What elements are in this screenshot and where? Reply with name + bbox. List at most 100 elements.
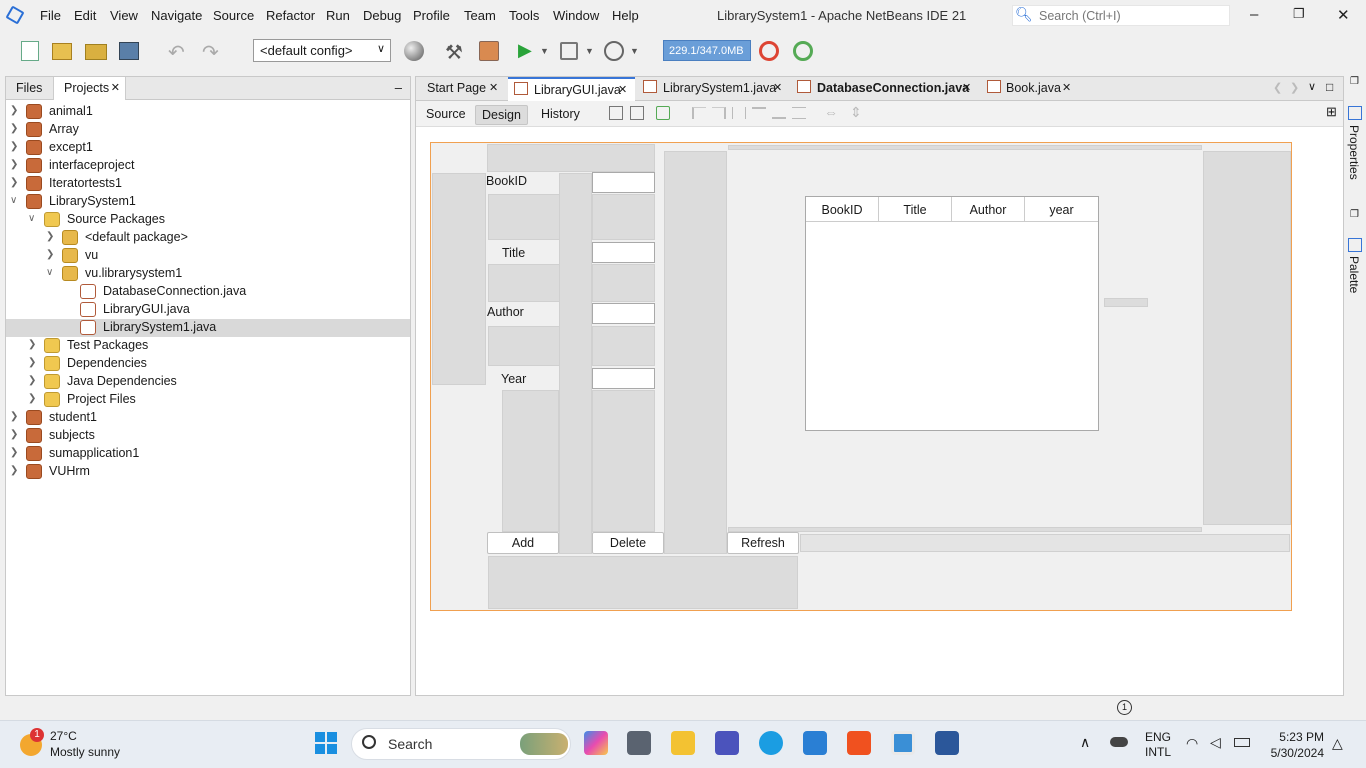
restore-icon[interactable]: ❐ — [1350, 76, 1359, 87]
menu-view[interactable]: View — [110, 8, 138, 23]
run-icon[interactable]: ▶ — [518, 40, 542, 62]
close-tab-icon[interactable]: ✕ — [1062, 81, 1071, 94]
restore-icon[interactable]: ❐ — [1350, 209, 1359, 220]
profile-dropdown-icon[interactable]: ▼ — [630, 46, 654, 68]
teams-icon[interactable] — [715, 731, 739, 755]
tab-projects[interactable]: Projects ✕ — [54, 77, 126, 100]
chevron-right-icon[interactable]: ❯ — [28, 339, 38, 350]
chevron-down-icon[interactable]: ∨ — [46, 267, 56, 278]
chevron-right-icon[interactable]: ❯ — [10, 411, 20, 422]
config-select[interactable]: <default config> ∨ — [253, 39, 391, 62]
brave-icon[interactable] — [847, 731, 871, 755]
weather-widget[interactable]: 1 27°C Mostly sunny — [18, 728, 148, 762]
resize-horizontal-icon[interactable]: ⇔ — [824, 104, 838, 120]
selection-mode-icon[interactable] — [609, 106, 623, 120]
tab-start-page[interactable]: Start Page ✕ — [416, 77, 508, 101]
tab-databaseconnection[interactable]: DatabaseConnection.java ✕ — [789, 77, 979, 101]
bookid-field[interactable] — [592, 172, 655, 193]
notification-bell-icon[interactable]: △ — [1332, 735, 1343, 752]
menu-edit[interactable]: Edit — [74, 8, 96, 23]
chevron-right-icon[interactable]: ❯ — [28, 375, 38, 386]
tree-item[interactable]: ❯ Project Files — [6, 391, 410, 409]
palette-tab[interactable]: Palette — [1347, 256, 1361, 293]
search-input[interactable]: 🔍︎ Search (Ctrl+I) — [1012, 5, 1230, 26]
menu-run[interactable]: Run — [326, 8, 350, 23]
chevron-down-icon[interactable]: ∨ — [10, 195, 20, 206]
chevron-right-icon[interactable]: ❯ — [10, 177, 20, 188]
taskbar-search[interactable]: Search — [351, 728, 571, 760]
tree-item[interactable]: ❯ VUHrm — [6, 463, 410, 481]
tree-item[interactable]: ❯ sumapplication1 — [6, 445, 410, 463]
tree-item[interactable]: ❯ animal1 — [6, 103, 410, 121]
align-top-icon[interactable] — [752, 107, 766, 119]
chevron-right-icon[interactable]: ❯ — [10, 105, 20, 116]
author-field[interactable] — [592, 303, 655, 324]
windows-start-icon[interactable] — [315, 732, 337, 754]
menu-refactor[interactable]: Refactor — [266, 8, 315, 23]
scroll-left-icon[interactable]: ❮ — [1273, 81, 1282, 94]
close-tab-icon[interactable]: ✕ — [962, 81, 971, 94]
align-right-icon[interactable] — [712, 107, 726, 119]
chevron-right-icon[interactable]: ❯ — [10, 465, 20, 476]
title-label[interactable]: Title — [502, 246, 525, 260]
tree-item[interactable]: ❯ Dependencies — [6, 355, 410, 373]
netbeans-taskbar-icon[interactable] — [891, 731, 915, 755]
tree-item[interactable]: ∨ Source Packages — [6, 211, 410, 229]
menu-navigate[interactable]: Navigate — [151, 8, 202, 23]
menu-source[interactable]: Source — [213, 8, 254, 23]
close-tab-icon[interactable]: ✕ — [489, 81, 498, 94]
menu-debug[interactable]: Debug — [363, 8, 401, 23]
tab-librarysystem1[interactable]: LibrarySystem1.java ✕ — [635, 77, 789, 101]
tree-item[interactable]: DatabaseConnection.java — [6, 283, 410, 301]
tree-item[interactable]: ❯ Array — [6, 121, 410, 139]
scroll-right-icon[interactable]: ❯ — [1290, 81, 1299, 94]
table-header[interactable]: year — [1025, 197, 1098, 222]
profile-icon[interactable] — [603, 40, 627, 62]
task-view-icon[interactable] — [627, 731, 651, 755]
center-vertical-icon[interactable] — [792, 107, 806, 119]
align-bottom-icon[interactable] — [772, 107, 786, 119]
maximize-icon[interactable]: ❐ — [1293, 6, 1305, 22]
bookid-label[interactable]: BookID — [486, 174, 527, 188]
store-icon[interactable] — [803, 731, 827, 755]
chevron-right-icon[interactable]: ❯ — [46, 231, 56, 242]
tree-item[interactable]: ❯ Iteratortests1 — [6, 175, 410, 193]
table-header[interactable]: Title — [879, 197, 952, 222]
tree-item[interactable]: ❯ Test Packages — [6, 337, 410, 355]
onedrive-icon[interactable] — [1110, 737, 1128, 747]
align-left-icon[interactable] — [692, 107, 706, 119]
center-horizontal-icon[interactable] — [732, 107, 746, 119]
chevron-right-icon[interactable]: ❯ — [10, 141, 20, 152]
menu-profile[interactable]: Profile — [413, 8, 450, 23]
tab-book[interactable]: Book.java ✕ — [979, 77, 1079, 101]
close-tab-icon[interactable]: ✕ — [618, 83, 627, 96]
word-icon[interactable] — [935, 731, 959, 755]
chevron-right-icon[interactable]: ❯ — [10, 447, 20, 458]
year-label[interactable]: Year — [501, 372, 526, 386]
add-button[interactable]: Add — [487, 532, 559, 554]
save-all-icon[interactable] — [117, 40, 141, 62]
menu-tools[interactable]: Tools — [509, 8, 539, 23]
show-hidden-icons[interactable]: ∧ — [1080, 734, 1090, 751]
tree-item[interactable]: ❯ student1 — [6, 409, 410, 427]
close-icon[interactable]: ✕ — [1337, 6, 1350, 24]
tree-item[interactable]: ❯ interfaceproject — [6, 157, 410, 175]
clean-build-icon[interactable] — [478, 40, 502, 62]
close-tab-icon[interactable]: ✕ — [111, 81, 120, 94]
language-indicator[interactable]: ENG INTL — [1145, 730, 1171, 760]
debug-icon[interactable] — [558, 40, 582, 62]
table-header[interactable]: Author — [952, 197, 1025, 222]
undo-icon[interactable]: ↶ — [168, 40, 192, 64]
resize-vertical-icon[interactable]: ⇕ — [850, 104, 862, 121]
tree-item[interactable]: LibrarySystem1.java — [6, 319, 410, 337]
memory-indicator[interactable]: 229.1/347.0MB — [663, 40, 751, 61]
minimize-panel-icon[interactable]: – — [395, 80, 402, 95]
menu-help[interactable]: Help — [612, 8, 639, 23]
clock[interactable]: 5:23 PM 5/30/2024 — [1268, 729, 1324, 761]
tab-files[interactable]: Files — [6, 77, 54, 100]
tree-item[interactable]: ❯ except1 — [6, 139, 410, 157]
gc-icon[interactable] — [758, 40, 782, 62]
refresh-button[interactable]: Refresh — [727, 532, 799, 554]
edge-icon[interactable] — [759, 731, 783, 755]
properties-tab[interactable]: Properties — [1347, 125, 1361, 180]
